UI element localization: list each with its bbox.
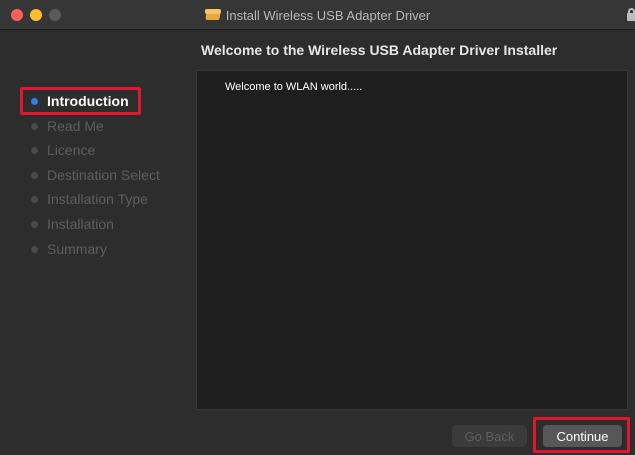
window-title-group: Install Wireless USB Adapter Driver — [0, 6, 635, 24]
continue-highlight-box — [533, 417, 630, 453]
sidebar-step-installation: Installation — [0, 212, 190, 236]
package-icon — [204, 9, 221, 21]
sidebar-step-destination-select: Destination Select — [0, 163, 190, 187]
step-indicator-dot — [31, 246, 38, 253]
lock-icon[interactable] — [627, 8, 635, 22]
step-label: Licence — [47, 142, 96, 158]
introduction-highlight-box — [20, 87, 141, 115]
step-indicator-dot — [31, 123, 38, 130]
welcome-text: Welcome to WLAN world..... — [225, 81, 363, 93]
sidebar-step-installation-type: Installation Type — [0, 187, 190, 211]
step-label: Installation — [47, 216, 114, 232]
content-pane: Welcome to WLAN world..... — [196, 70, 628, 410]
sidebar-step-licence: Licence — [0, 138, 190, 162]
step-indicator-dot — [31, 196, 38, 203]
sidebar-step-read-me: Read Me — [0, 114, 190, 138]
window-title: Install Wireless USB Adapter Driver — [225, 7, 431, 23]
step-label: Read Me — [47, 118, 104, 134]
installer-window: Install Wireless USB Adapter Driver Welc… — [0, 0, 635, 455]
step-indicator-dot — [31, 172, 38, 179]
step-label: Destination Select — [47, 167, 160, 183]
title-bar: Install Wireless USB Adapter Driver — [0, 0, 635, 30]
step-label: Summary — [47, 241, 107, 257]
go-back-button[interactable]: Go Back — [452, 425, 527, 447]
pane-title: Welcome to the Wireless USB Adapter Driv… — [201, 42, 558, 58]
step-indicator-dot — [31, 221, 38, 228]
step-label: Installation Type — [47, 191, 148, 207]
step-indicator-dot — [31, 147, 38, 154]
sidebar-step-summary: Summary — [0, 237, 190, 261]
